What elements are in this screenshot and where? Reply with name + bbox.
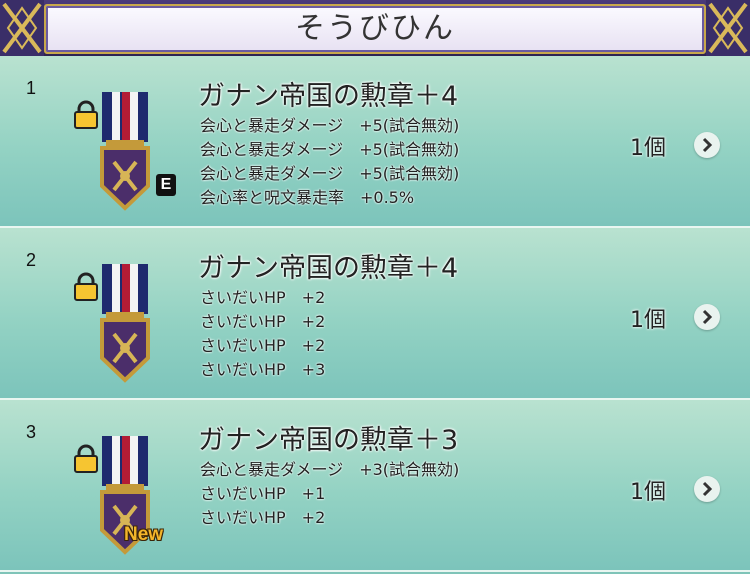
- item-name: ガナン帝国の勲章＋4: [198, 81, 459, 112]
- item-index: 2: [26, 250, 37, 270]
- lock-icon: [74, 444, 98, 473]
- item-stats: 会心と暴走ダメージ +5(試合無効) 会心と暴走ダメージ +5(試合無効) 会心…: [200, 114, 459, 210]
- header-bar: そうびひん: [0, 0, 750, 56]
- item-stats: 会心と暴走ダメージ +3(試合無効) さいだいHP +1 さいだいHP +2: [200, 458, 459, 530]
- corner-ornament-left-icon: [0, 0, 44, 56]
- list-item[interactable]: 1 E ガナン帝国の勲章＋4 会心と暴走ダメージ +5(試合無効) 会心と暴走ダ…: [0, 56, 750, 228]
- stat-line: さいだいHP +1: [200, 484, 326, 503]
- stat-line: さいだいHP +2: [200, 312, 326, 331]
- page-title: そうびひん: [295, 11, 455, 46]
- chevron-right-icon[interactable]: [694, 132, 720, 158]
- stat-line: さいだいHP +3: [200, 360, 326, 379]
- item-count: 1個: [630, 480, 666, 505]
- item-name: ガナン帝国の勲章＋3: [198, 425, 459, 456]
- stat-line: 会心率と呪文暴走率 +0.5%: [200, 188, 415, 207]
- item-index: 3: [26, 422, 37, 442]
- equipped-badge: E: [156, 174, 176, 196]
- stat-line: 会心と暴走ダメージ +5(試合無効): [200, 164, 460, 183]
- stat-line: 会心と暴走ダメージ +3(試合無効): [200, 460, 460, 479]
- item-count: 1個: [630, 308, 666, 333]
- item-stats: さいだいHP +2 さいだいHP +2 さいだいHP +2 さいだいHP +3: [200, 286, 325, 382]
- lock-icon: [74, 100, 98, 129]
- stat-line: 会心と暴走ダメージ +5(試合無効): [200, 140, 460, 159]
- stat-line: さいだいHP +2: [200, 508, 326, 527]
- list-item[interactable]: 3 New ガナン帝国の勲章＋3 会心と暴走ダメージ +3(試合無効) さいだい…: [0, 400, 750, 572]
- stat-line: さいだいHP +2: [200, 336, 326, 355]
- equipment-list: 1 E ガナン帝国の勲章＋4 会心と暴走ダメージ +5(試合無効) 会心と暴走ダ…: [0, 56, 750, 574]
- lock-icon: [74, 272, 98, 301]
- chevron-right-icon[interactable]: [694, 304, 720, 330]
- item-name: ガナン帝国の勲章＋4: [198, 253, 459, 284]
- item-index: 1: [26, 78, 37, 98]
- chevron-right-icon[interactable]: [694, 476, 720, 502]
- new-badge: New: [124, 524, 164, 545]
- list-item[interactable]: 2 ガナン帝国の勲章＋4 さいだいHP +2 さいだいHP +2 さいだいHP …: [0, 228, 750, 400]
- corner-ornament-right-icon: [706, 0, 750, 56]
- header-panel: そうびひん: [44, 4, 706, 54]
- item-count: 1個: [630, 136, 666, 161]
- stat-line: さいだいHP +2: [200, 288, 326, 307]
- stat-line: 会心と暴走ダメージ +5(試合無効): [200, 116, 460, 135]
